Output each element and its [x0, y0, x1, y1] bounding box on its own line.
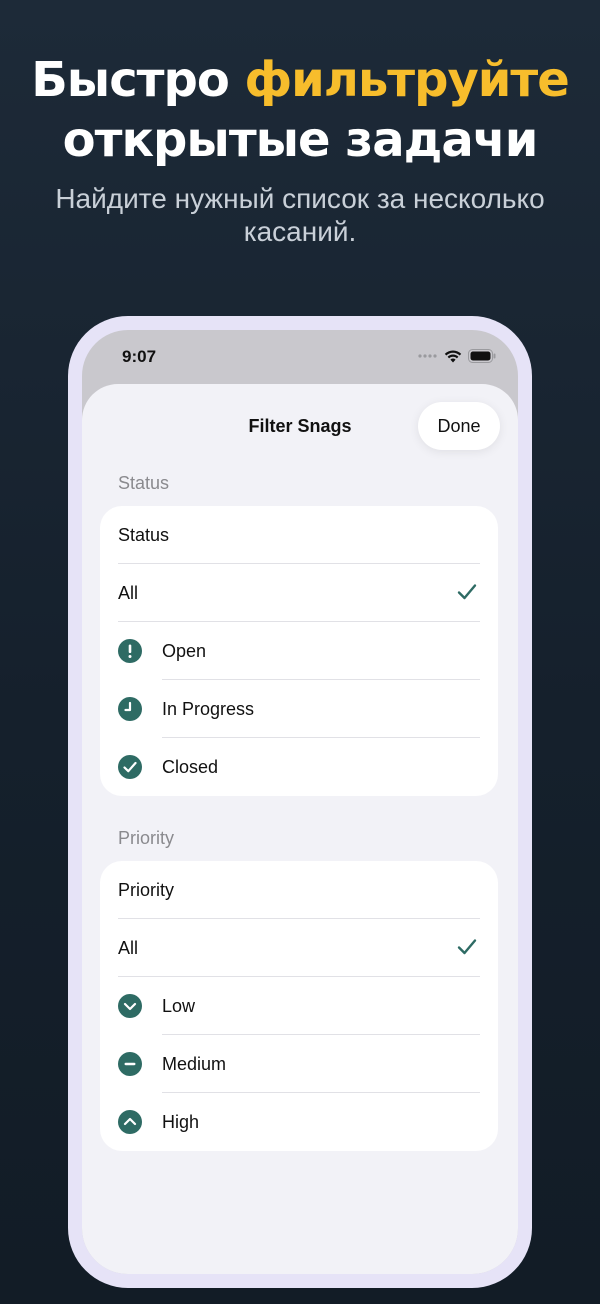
priority-section-header: Priority — [118, 828, 175, 848]
status-picker-row: Status — [100, 506, 498, 564]
option-label: High — [162, 1112, 200, 1132]
checkmark-icon — [457, 584, 477, 600]
phone-frame: 9:07 Filter Snags Done Status Status All — [68, 316, 532, 1288]
option-label: Closed — [162, 757, 219, 777]
priority-picker-label: Priority — [118, 880, 175, 900]
option-label: Open — [162, 641, 207, 661]
option-label: In Progress — [162, 699, 255, 719]
phone-screen: 9:07 Filter Snags Done Status Status All — [82, 330, 518, 1274]
chevron-down-circle-icon — [118, 994, 142, 1018]
priority-option-high[interactable]: High — [100, 1093, 498, 1151]
status-section-header: Status — [118, 473, 170, 493]
done-button[interactable]: Done — [418, 402, 500, 450]
headline-line-2: открытые задачи — [62, 112, 539, 168]
status-icons — [418, 348, 496, 364]
headline-part-1: Быстро — [31, 52, 245, 108]
priority-picker-row: Priority — [100, 861, 498, 919]
signal-dots-icon — [418, 354, 437, 358]
subheadline: Найдите нужный список за несколько касан… — [55, 183, 545, 247]
clock-circle-icon — [118, 697, 142, 721]
status-option-in-progress[interactable]: In Progress — [100, 680, 498, 738]
headline-accent: фильтруйте — [244, 52, 570, 108]
priority-option-low[interactable]: Low — [100, 977, 498, 1035]
option-label: Medium — [162, 1054, 227, 1074]
chevron-up-circle-icon — [118, 1110, 142, 1134]
status-bar: 9:07 — [82, 330, 518, 384]
option-label: All — [118, 938, 139, 958]
option-label: All — [118, 583, 139, 603]
checkmark-icon — [457, 939, 477, 955]
checkmark-circle-icon — [118, 755, 142, 779]
status-option-open[interactable]: Open — [100, 622, 498, 680]
status-picker-label: Status — [118, 525, 170, 545]
priority-card: Priority All Low Medium High — [100, 861, 498, 1151]
status-time: 9:07 — [122, 347, 157, 366]
battery-icon — [468, 349, 496, 363]
headline: Быстро фильтруйте открытые задачи — [0, 50, 600, 170]
status-card: Status All Open In Progress Closed — [100, 506, 498, 796]
minus-circle-icon — [118, 1052, 142, 1076]
option-label: Low — [162, 996, 196, 1016]
status-option-closed[interactable]: Closed — [100, 738, 498, 796]
headline-line-1: Быстро фильтруйте — [0, 50, 600, 110]
filter-sheet: Filter Snags Done Status Status All Open — [82, 384, 518, 1274]
exclamation-circle-icon — [118, 639, 142, 663]
status-option-all[interactable]: All — [100, 564, 498, 622]
wifi-icon — [444, 350, 462, 363]
priority-option-all[interactable]: All — [100, 919, 498, 977]
priority-option-medium[interactable]: Medium — [100, 1035, 498, 1093]
